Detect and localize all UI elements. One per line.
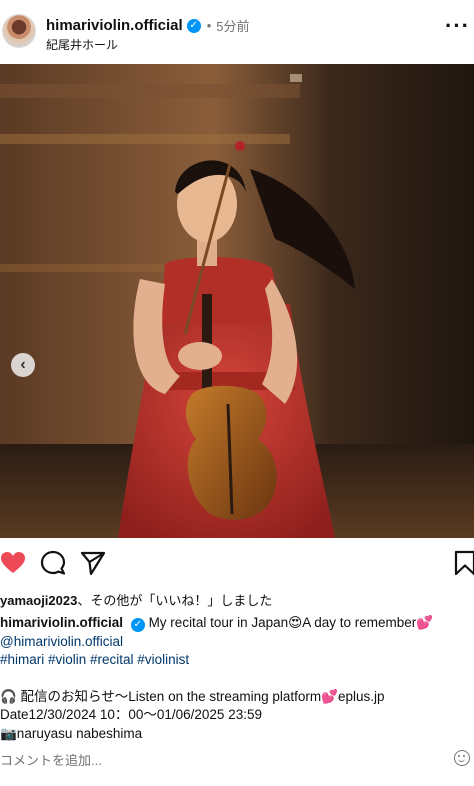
caption-line-1: himariviolin.official ✓ My recital tour … bbox=[0, 614, 474, 633]
username-link[interactable]: himariviolin.official bbox=[46, 17, 183, 34]
verified-badge-icon: ✓ bbox=[186, 18, 201, 33]
post-caption: himariviolin.official ✓ My recital tour … bbox=[0, 614, 474, 743]
post-photo[interactable]: ‹ bbox=[0, 64, 474, 538]
caption-text-4: 🎧 配信のお知らせ〜Listen on the streaming platfo… bbox=[0, 688, 385, 704]
caption-mention[interactable]: @himariviolin.official bbox=[0, 633, 474, 652]
heart-filled-icon[interactable] bbox=[0, 550, 26, 576]
bookmark-icon[interactable] bbox=[452, 550, 474, 576]
caption-text-6: 📷naruyasu nabeshima bbox=[0, 725, 143, 741]
caption-verified-badge-icon: ✓ bbox=[130, 618, 145, 632]
post-time[interactable]: 5分前 bbox=[216, 16, 249, 35]
comment-input[interactable]: コメントを追加... bbox=[0, 750, 102, 769]
avatar[interactable] bbox=[2, 14, 36, 48]
location-link[interactable]: 紀尾井ホール bbox=[46, 36, 118, 53]
caption-hashtags[interactable]: #himari #violin #recital #violinist bbox=[0, 651, 474, 670]
carousel-prev-button[interactable]: ‹ bbox=[11, 353, 35, 377]
likes-user[interactable]: yamaoji2023 bbox=[0, 593, 77, 608]
likes-text: 、その他が「いいね！」しました bbox=[77, 593, 273, 608]
comment-icon[interactable] bbox=[40, 550, 66, 576]
likes-summary[interactable]: yamaoji2023、その他が「いいね！」しました bbox=[0, 590, 272, 609]
separator-dot: • bbox=[206, 18, 212, 33]
caption-username[interactable]: himariviolin.official bbox=[0, 615, 123, 630]
post-user-line: himariviolin.official ✓ • 5分前 bbox=[46, 16, 250, 35]
action-bar bbox=[0, 548, 474, 580]
emoji-icon[interactable] bbox=[454, 750, 470, 766]
more-options-icon[interactable]: ··· bbox=[445, 15, 470, 37]
caption-text-1: My recital tour in Japan😍A day to rememb… bbox=[148, 615, 434, 630]
post-header: himariviolin.official ✓ • 5分前 紀尾井ホール ··· bbox=[0, 0, 474, 64]
caption-text-5: Date12/30/2024 10：00〜01/06/2025 23:59 bbox=[0, 707, 262, 722]
post-photo-image bbox=[0, 64, 474, 538]
paper-plane-icon[interactable] bbox=[80, 550, 106, 576]
